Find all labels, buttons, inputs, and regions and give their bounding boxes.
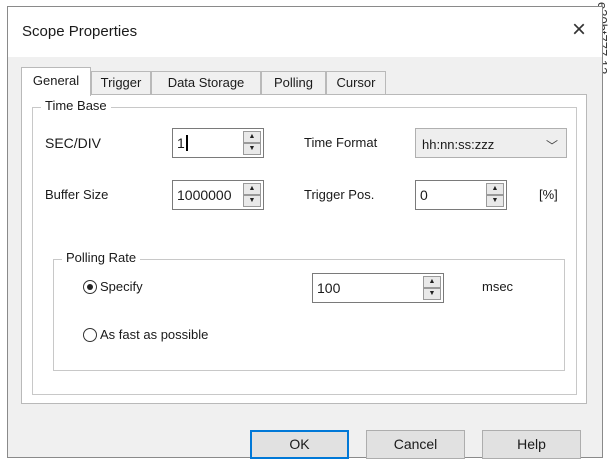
time-format-select[interactable]: hh:nn:ss:zzz ﹀ [415, 128, 567, 158]
spin-down-icon[interactable]: ▼ [243, 143, 261, 155]
as-fast-as-possible-label[interactable]: As fast as possible [100, 327, 208, 342]
time-base-title: Time Base [41, 98, 111, 113]
radio-selected-dot [87, 284, 93, 290]
time-format-label: Time Format [304, 135, 378, 150]
tab-cursor[interactable]: Cursor [326, 71, 386, 95]
sec-div-value: 1 [177, 135, 188, 151]
tab-data-storage[interactable]: Data Storage [151, 71, 261, 95]
ok-button[interactable]: OK [250, 430, 349, 459]
spin-down-icon[interactable]: ▼ [486, 195, 504, 207]
trigger-pos-value: 0 [420, 187, 428, 203]
general-tab-panel: Time Base SEC/DIV 1 ▲ ▼ Time Format hh:n… [21, 94, 587, 404]
buffer-size-spinner[interactable]: 1000000 ▲ ▼ [172, 180, 264, 210]
help-button[interactable]: Help [482, 430, 581, 459]
tab-general[interactable]: General [21, 67, 91, 96]
cancel-button[interactable]: Cancel [366, 430, 465, 459]
buffer-size-value: 1000000 [177, 187, 232, 203]
trigger-pos-spinner[interactable]: 0 ▲ ▼ [415, 180, 507, 210]
spin-down-icon[interactable]: ▼ [423, 288, 441, 300]
polling-rate-group: Polling Rate Specify 100 ▲ ▼ msec As fas… [53, 250, 565, 371]
tab-polling[interactable]: Polling [261, 71, 326, 95]
spin-up-icon[interactable]: ▲ [243, 183, 261, 195]
spin-up-icon[interactable]: ▲ [423, 276, 441, 288]
polling-rate-spinner[interactable]: 100 ▲ ▼ [312, 273, 444, 303]
as-fast-as-possible-radio[interactable] [83, 328, 97, 342]
polling-rate-value: 100 [317, 280, 341, 296]
polling-rate-unit: msec [482, 279, 514, 294]
scope-properties-dialog: Scope Properties × General Trigger Data … [7, 6, 603, 459]
trigger-pos-unit: [%] [539, 187, 558, 202]
title-bar: Scope Properties × [8, 7, 602, 57]
close-icon[interactable]: × [564, 15, 594, 45]
sec-div-label: SEC/DIV [45, 135, 102, 151]
spin-down-icon[interactable]: ▼ [243, 195, 261, 207]
specify-radio[interactable] [83, 280, 97, 294]
time-base-group: Time Base SEC/DIV 1 ▲ ▼ Time Format hh:n… [32, 98, 577, 395]
buffer-size-label: Buffer Size [45, 187, 109, 202]
tab-trigger[interactable]: Trigger [91, 71, 151, 95]
specify-label[interactable]: Specify [100, 279, 143, 294]
polling-rate-title: Polling Rate [62, 250, 141, 265]
sec-div-spinner[interactable]: 1 ▲ ▼ [172, 128, 264, 158]
spin-up-icon[interactable]: ▲ [486, 183, 504, 195]
dialog-title: Scope Properties [22, 23, 138, 40]
chevron-down-icon: ﹀ [545, 139, 558, 153]
spin-up-icon[interactable]: ▲ [243, 131, 261, 143]
trigger-pos-label: Trigger Pos. [304, 187, 375, 202]
time-format-value: hh:nn:ss:zzz [422, 137, 495, 152]
